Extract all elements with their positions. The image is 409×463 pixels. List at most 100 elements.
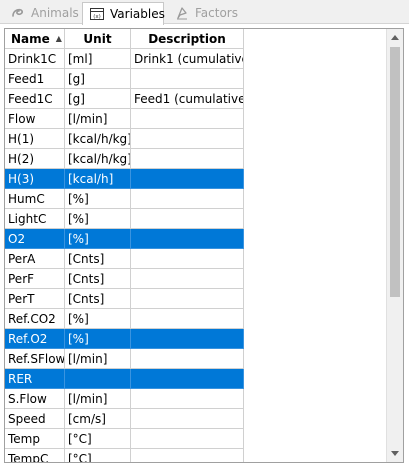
svg-text:(x): (x): [93, 14, 101, 20]
cell-description: [131, 369, 244, 389]
scroll-down-icon[interactable]: [387, 445, 403, 462]
cell-name: RER: [5, 369, 65, 389]
cell-unit: [Cnts]: [65, 269, 131, 289]
cell-name: TempC: [5, 449, 65, 462]
cell-description: [131, 109, 244, 129]
tab-factors[interactable]: Factors: [168, 2, 242, 24]
cell-name: O2: [5, 229, 65, 249]
cell-description: [131, 349, 244, 369]
column-header-description-label: Description: [148, 31, 226, 46]
table-row[interactable]: Drink1C [ml] Drink1 (cumulative): [5, 49, 394, 69]
table-row[interactable]: Feed1C [g] Feed1 (cumulative): [5, 89, 394, 109]
animal-icon: [10, 5, 26, 21]
tab-variables-label: Variables: [110, 7, 165, 21]
cell-description: [131, 129, 244, 149]
table-row[interactable]: Flow [l/min]: [5, 109, 394, 129]
cell-name: H(1): [5, 129, 65, 149]
sort-ascending-icon: ▲: [55, 34, 62, 43]
cell-name: PerA: [5, 249, 65, 269]
cell-unit: [kcal/h/kg]: [65, 149, 131, 169]
cell-unit: [l/min]: [65, 349, 131, 369]
column-header-unit-label: Unit: [83, 31, 112, 46]
table-header: Name ▲ Unit Description: [5, 29, 394, 49]
table-row[interactable]: Ref.SFlow [l/min]: [5, 349, 394, 369]
cell-unit: [%]: [65, 209, 131, 229]
cell-name: Feed1C: [5, 89, 65, 109]
cell-unit: [Cnts]: [65, 289, 131, 309]
cell-description: [131, 409, 244, 429]
cell-unit: [65, 369, 131, 389]
table-row[interactable]: S.Flow [l/min]: [5, 389, 394, 409]
tab-animals[interactable]: Animals: [4, 2, 79, 24]
table-row[interactable]: Feed1 [g]: [5, 69, 394, 89]
cell-name: LightC: [5, 209, 65, 229]
cell-unit: [g]: [65, 69, 131, 89]
table-row[interactable]: O2 [%]: [5, 229, 394, 249]
cell-name: Ref.O2: [5, 329, 65, 349]
tab-bar: Animals (x) Variables Factors: [0, 0, 409, 25]
table-row[interactable]: Ref.O2 [%]: [5, 329, 394, 349]
cell-description: [131, 229, 244, 249]
column-header-description[interactable]: Description: [131, 29, 244, 49]
cell-description: Feed1 (cumulative): [131, 89, 244, 109]
scroll-up-icon[interactable]: [387, 29, 403, 46]
cell-name: Drink1C: [5, 49, 65, 69]
cell-name: PerF: [5, 269, 65, 289]
cell-description: [131, 329, 244, 349]
variables-icon: (x): [89, 6, 105, 22]
scrollbar-thumb[interactable]: [390, 47, 400, 297]
cell-name: H(2): [5, 149, 65, 169]
cell-description: [131, 429, 244, 449]
cell-description: [131, 289, 244, 309]
table-row[interactable]: TempC [°C]: [5, 449, 394, 462]
variables-table[interactable]: Name ▲ Unit Description Drink1C [ml] Drink…: [4, 28, 404, 463]
table-row[interactable]: PerT [Cnts]: [5, 289, 394, 309]
cell-description: [131, 169, 244, 189]
tab-variables[interactable]: (x) Variables: [82, 2, 165, 25]
table-row[interactable]: LightC [%]: [5, 209, 394, 229]
table-row[interactable]: PerF [Cnts]: [5, 269, 394, 289]
tab-factors-label: Factors: [195, 6, 238, 20]
cell-unit: [l/min]: [65, 109, 131, 129]
table-row[interactable]: PerA [Cnts]: [5, 249, 394, 269]
cell-unit: [°C]: [65, 449, 131, 462]
cell-unit: [g]: [65, 89, 131, 109]
column-header-unit[interactable]: Unit: [65, 29, 131, 49]
cell-description: [131, 149, 244, 169]
cell-unit: [kcal/h]: [65, 169, 131, 189]
table-row[interactable]: Ref.CO2 [%]: [5, 309, 394, 329]
factors-icon: [174, 5, 190, 21]
cell-unit: [kcal/h/kg]: [65, 129, 131, 149]
cell-unit: [%]: [65, 309, 131, 329]
table-row[interactable]: RER: [5, 369, 394, 389]
table-row[interactable]: Temp [°C]: [5, 429, 394, 449]
cell-unit: [%]: [65, 189, 131, 209]
cell-description: [131, 449, 244, 462]
cell-description: [131, 189, 244, 209]
cell-name: Temp: [5, 429, 65, 449]
table-row[interactable]: H(3) [kcal/h]: [5, 169, 394, 189]
table-row[interactable]: Speed [cm/s]: [5, 409, 394, 429]
cell-unit: [%]: [65, 329, 131, 349]
cell-description: [131, 69, 244, 89]
cell-name: Ref.CO2: [5, 309, 65, 329]
cell-description: [131, 389, 244, 409]
cell-name: Feed1: [5, 69, 65, 89]
cell-description: [131, 269, 244, 289]
cell-name: HumC: [5, 189, 65, 209]
cell-name: H(3): [5, 169, 65, 189]
table-row[interactable]: H(2) [kcal/h/kg]: [5, 149, 394, 169]
column-header-name[interactable]: Name ▲: [5, 29, 65, 49]
cell-unit: [cm/s]: [65, 409, 131, 429]
cell-unit: [l/min]: [65, 389, 131, 409]
cell-name: Ref.SFlow: [5, 349, 65, 369]
cell-unit: [ml]: [65, 49, 131, 69]
table-row[interactable]: HumC [%]: [5, 189, 394, 209]
cell-unit: [%]: [65, 229, 131, 249]
cell-description: [131, 249, 244, 269]
table-body: Drink1C [ml] Drink1 (cumulative) Feed1 [g] Fe…: [5, 49, 394, 462]
vertical-scrollbar[interactable]: [386, 29, 403, 462]
table-row[interactable]: H(1) [kcal/h/kg]: [5, 129, 394, 149]
cell-description: Drink1 (cumulative): [131, 49, 244, 69]
cell-unit: [Cnts]: [65, 249, 131, 269]
